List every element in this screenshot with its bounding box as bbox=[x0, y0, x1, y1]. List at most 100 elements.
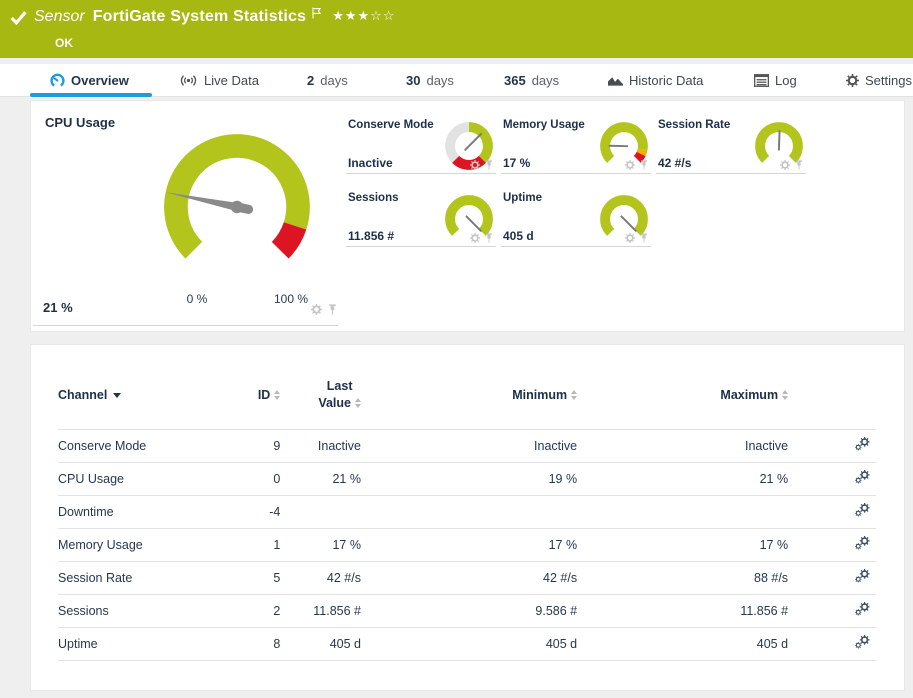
sort-icon bbox=[782, 390, 789, 401]
gauge-value: Inactive bbox=[348, 156, 393, 170]
tab-historic-data[interactable]: Historic Data bbox=[608, 64, 703, 97]
channel-name[interactable]: Sessions bbox=[58, 594, 239, 628]
column-label: Minimum bbox=[512, 387, 568, 402]
gauge-cell-sessions: Sessions 11.856 # bbox=[346, 189, 496, 247]
gauges-panel: CPU Usage 0 % 100 % 21 % Conserve Mode I… bbox=[30, 100, 905, 332]
channel-minimum: 42 #/s bbox=[360, 561, 578, 595]
tab-365-days[interactable]: 365 days bbox=[504, 64, 559, 97]
channel-name[interactable]: Session Rate bbox=[58, 561, 239, 595]
column-label: ID bbox=[257, 387, 271, 402]
channel-name[interactable]: CPU Usage bbox=[58, 462, 239, 496]
pin-icon[interactable] bbox=[484, 160, 494, 170]
tab-label-number: 30 bbox=[406, 73, 421, 88]
channel-minimum: Inactive bbox=[360, 429, 578, 463]
channel-last-value: 21 % bbox=[280, 462, 361, 496]
channel-settings-icon[interactable] bbox=[855, 536, 870, 550]
priority-stars[interactable]: ★★★☆☆ bbox=[332, 8, 395, 24]
divider bbox=[33, 325, 338, 326]
active-tab-indicator bbox=[30, 93, 152, 97]
column-label: Last bbox=[326, 378, 353, 393]
gear-icon[interactable] bbox=[625, 160, 635, 170]
sort-icon bbox=[274, 390, 281, 401]
sensor-header: Sensor FortiGate System Statistics ★★★☆☆… bbox=[0, 0, 913, 58]
tab-label: Settings bbox=[865, 73, 912, 88]
channel-settings-icon[interactable] bbox=[855, 437, 870, 451]
column-label: Channel bbox=[58, 387, 108, 402]
channel-name[interactable]: Downtime bbox=[58, 495, 239, 529]
channel-name[interactable]: Uptime bbox=[58, 627, 239, 661]
gauge-value: 405 d bbox=[503, 229, 534, 243]
tab-label: days bbox=[320, 73, 348, 88]
channel-name[interactable]: Memory Usage bbox=[58, 528, 239, 562]
table-row: Memory Usage 1 17 % 17 % 17 % bbox=[58, 528, 876, 562]
gear-icon[interactable] bbox=[470, 160, 480, 170]
gear-icon[interactable] bbox=[470, 233, 480, 243]
pin-icon[interactable] bbox=[794, 160, 804, 170]
gauge-min-label: 0 % bbox=[186, 292, 208, 306]
channel-last-value: 17 % bbox=[280, 528, 361, 562]
channel-settings-icon[interactable] bbox=[855, 635, 870, 649]
tab-settings[interactable]: Settings bbox=[846, 64, 912, 97]
channel-maximum: 21 % bbox=[577, 462, 789, 496]
table-row: Uptime 8 405 d 405 d 405 d bbox=[58, 627, 876, 661]
status-check-icon bbox=[10, 10, 27, 25]
channel-name[interactable]: Conserve Mode bbox=[58, 429, 239, 463]
channel-maximum: 11.856 # bbox=[577, 594, 789, 628]
gauge-title: Uptime bbox=[503, 192, 542, 204]
sensor-type-label: Sensor bbox=[34, 8, 85, 25]
gear-icon[interactable] bbox=[780, 160, 790, 170]
channel-last-value: 405 d bbox=[280, 627, 361, 661]
tab-live-data[interactable]: Live Data bbox=[179, 64, 259, 97]
gauge-title: Conserve Mode bbox=[348, 119, 434, 131]
channel-id: 9 bbox=[238, 429, 281, 463]
channel-settings-icon[interactable] bbox=[855, 470, 870, 484]
gear-icon[interactable] bbox=[625, 233, 635, 243]
gauge-needle bbox=[777, 130, 781, 151]
channel-id: 8 bbox=[238, 627, 281, 661]
gauge-cell-uptime: Uptime 405 d bbox=[501, 189, 651, 247]
gear-icon[interactable] bbox=[311, 304, 322, 315]
channel-settings-icon[interactable] bbox=[855, 503, 870, 517]
table-row: Downtime -4 bbox=[58, 495, 876, 529]
channel-maximum: Inactive bbox=[577, 429, 789, 463]
gauge-needle bbox=[465, 215, 482, 232]
pin-icon[interactable] bbox=[327, 304, 338, 315]
tab-log[interactable]: Log bbox=[754, 64, 797, 97]
pin-icon[interactable] bbox=[639, 233, 649, 243]
tab-label: Live Data bbox=[204, 73, 259, 88]
gauge-max-label: 100 % bbox=[273, 292, 309, 306]
tab-label: Overview bbox=[71, 73, 129, 88]
tab-2-days[interactable]: 2 days bbox=[307, 64, 348, 97]
column-header-last-value[interactable]: Last Value bbox=[280, 345, 361, 430]
column-header-id[interactable]: ID bbox=[238, 345, 281, 430]
channel-settings-icon[interactable] bbox=[855, 602, 870, 616]
sort-caret-icon bbox=[113, 392, 122, 398]
channel-maximum: 88 #/s bbox=[577, 561, 789, 595]
channel-minimum: 19 % bbox=[360, 462, 578, 496]
gauge-title-cpu: CPU Usage bbox=[45, 115, 116, 130]
channel-id: -4 bbox=[238, 495, 281, 529]
flag-icon[interactable] bbox=[311, 7, 322, 19]
column-header-minimum[interactable]: Minimum bbox=[360, 345, 578, 430]
channel-minimum: 9.586 # bbox=[360, 594, 578, 628]
table-row: Session Rate 5 42 #/s 42 #/s 88 #/s bbox=[58, 561, 876, 595]
pin-icon[interactable] bbox=[639, 160, 649, 170]
gauge-title: Session Rate bbox=[658, 119, 731, 131]
gauge-value-cpu: 21 % bbox=[43, 300, 73, 315]
pin-icon[interactable] bbox=[484, 233, 494, 243]
tab-30-days[interactable]: 30 days bbox=[406, 64, 454, 97]
sort-icon bbox=[571, 390, 578, 401]
channel-id: 5 bbox=[238, 561, 281, 595]
channels-panel: Channel ID Last Value Minimum Maximum Co… bbox=[30, 344, 905, 691]
tab-label: Historic Data bbox=[629, 73, 704, 88]
channel-last-value bbox=[280, 495, 361, 529]
column-header-channel[interactable]: Channel bbox=[58, 345, 239, 430]
gauge-icon bbox=[50, 73, 65, 88]
table-row: Conserve Mode 9 Inactive Inactive Inacti… bbox=[58, 429, 876, 463]
gauge-cell-conserve-mode: Conserve Mode Inactive bbox=[346, 116, 496, 174]
column-header-maximum[interactable]: Maximum bbox=[577, 345, 789, 430]
gauge-needle bbox=[464, 132, 483, 151]
tab-label: days bbox=[426, 73, 454, 88]
channel-settings-icon[interactable] bbox=[855, 569, 870, 583]
channel-id: 0 bbox=[238, 462, 281, 496]
